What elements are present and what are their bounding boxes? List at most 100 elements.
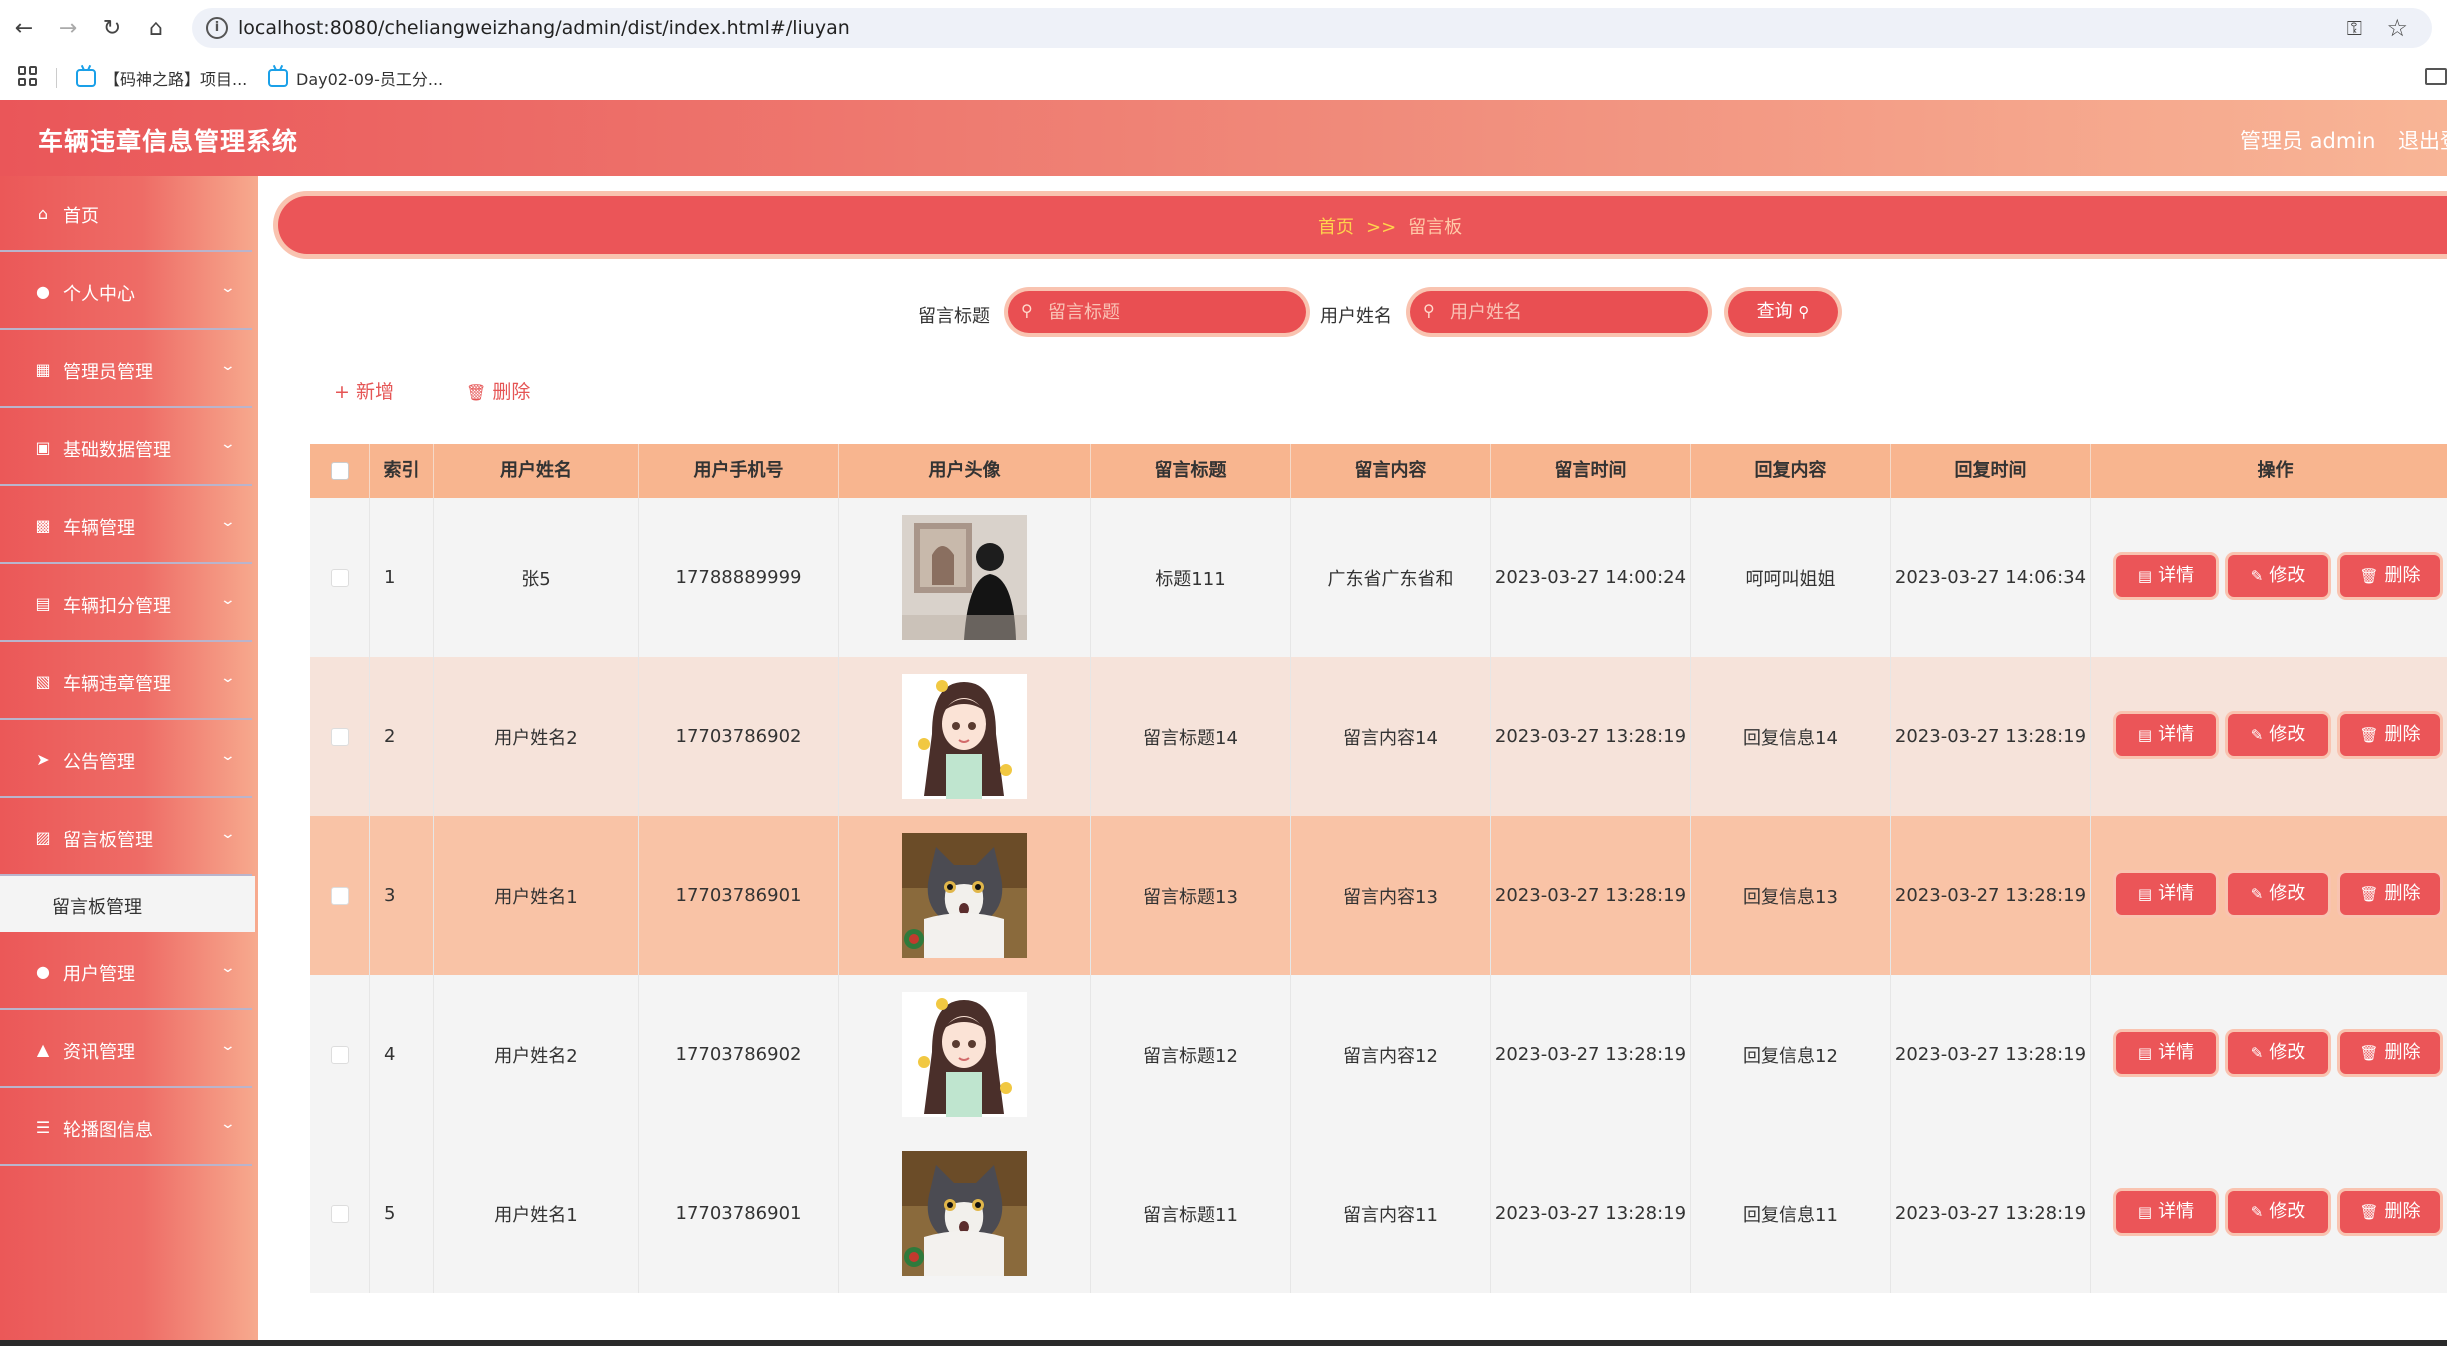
- cell-content: 留言内容13: [1291, 816, 1491, 975]
- avatar-cat: [902, 1151, 1027, 1276]
- cell-actions: ▤ 详情 ✎ 修改 🗑 删除: [2091, 816, 2447, 975]
- briefcase-icon: ▣: [35, 438, 51, 457]
- forward-icon[interactable]: →: [52, 12, 84, 44]
- delete-button[interactable]: 🗑 删除: [2340, 714, 2440, 756]
- sidebar-item-points[interactable]: ▤ 车辆扣分管理 ⌄: [0, 566, 252, 642]
- reload-icon[interactable]: ↻: [96, 12, 128, 44]
- sidebar-subitem-messages[interactable]: 留言板管理: [0, 876, 255, 932]
- bookmark-star-icon[interactable]: ☆: [2386, 14, 2408, 42]
- sidebar-item-label: 留言板管理: [63, 830, 153, 851]
- cell-reply: 回复信息12: [1691, 975, 1891, 1134]
- sidebar-item-users[interactable]: ● 用户管理 ⌄: [0, 934, 252, 1010]
- apps-icon[interactable]: [18, 66, 38, 86]
- edit-button[interactable]: ✎ 修改: [2228, 1191, 2328, 1233]
- title-search-input[interactable]: [1048, 299, 1288, 325]
- sidebar-item-violations[interactable]: ▧ 车辆违章管理 ⌄: [0, 644, 252, 720]
- row-checkbox[interactable]: [330, 568, 349, 587]
- cell-actions: ▤ 详情 ✎ 修改 🗑 删除: [2091, 975, 2447, 1134]
- edit-button[interactable]: ✎ 修改: [2228, 873, 2328, 915]
- sidebar-item-label: 资讯管理: [63, 1042, 135, 1063]
- cell-avatar: [839, 1134, 1091, 1293]
- sidebar-item-label: 车辆扣分管理: [63, 596, 171, 617]
- cell-reply: 呵呵叫姐姐: [1691, 498, 1891, 657]
- detail-button[interactable]: ▤ 详情: [2116, 873, 2216, 915]
- sidebar-item-notices[interactable]: ➤ 公告管理 ⌄: [0, 722, 252, 798]
- home-icon: ⌂: [37, 204, 49, 223]
- cell-time: 2023-03-27 13:28:19: [1491, 657, 1691, 816]
- batch-delete-button[interactable]: 🗑 删除: [466, 377, 530, 404]
- logout-link[interactable]: 退出登: [2398, 125, 2447, 155]
- sidebar-item-home[interactable]: ⌂ 首页: [0, 176, 252, 252]
- cell-content: 留言内容11: [1291, 1134, 1491, 1293]
- cell-name: 用户姓名2: [434, 975, 639, 1134]
- breadcrumb-current: 留言板: [1408, 217, 1463, 238]
- sidebar-item-label: 首页: [63, 206, 99, 227]
- delete-button-label: 删除: [2384, 883, 2421, 904]
- table-row: 3 用户姓名1 17703786901 留言标题13 留言内容13 2023-0…: [310, 816, 2447, 975]
- edit-button[interactable]: ✎ 修改: [2228, 714, 2328, 756]
- cell-avatar: [839, 816, 1091, 975]
- breadcrumb-home[interactable]: 首页: [1318, 217, 1354, 238]
- password-key-icon[interactable]: ⚿: [2347, 16, 2362, 40]
- delete-button-label: 删除: [2384, 1201, 2421, 1222]
- folder-icon[interactable]: [2425, 68, 2447, 85]
- edit-button[interactable]: ✎ 修改: [2228, 1032, 2328, 1074]
- trophy-icon: ▲: [36, 1040, 50, 1059]
- sidebar-item-base-data[interactable]: ▣ 基础数据管理 ⌄: [0, 410, 252, 486]
- title-search-box: ⚲: [1008, 291, 1306, 333]
- cell-phone: 17703786902: [639, 975, 839, 1134]
- delete-button[interactable]: 🗑 删除: [2340, 1191, 2440, 1233]
- delete-button[interactable]: 🗑 删除: [2340, 873, 2440, 915]
- cell-avatar: [839, 657, 1091, 816]
- grid-icon: ▦: [35, 360, 51, 379]
- row-checkbox[interactable]: [330, 727, 349, 746]
- row-select-cell: [310, 975, 370, 1134]
- table-row: 2 用户姓名2 17703786902 留言标题14 留言内容14 2023-0…: [310, 657, 2447, 816]
- cell-avatar: [839, 498, 1091, 657]
- query-button[interactable]: 查询 ⚲: [1728, 291, 1838, 333]
- bookmark-item[interactable]: Day02-09-员工分...: [268, 65, 443, 91]
- chevron-down-icon: ⌄: [219, 358, 237, 374]
- delete-button[interactable]: 🗑 删除: [2340, 1032, 2440, 1074]
- url-text[interactable]: localhost:8080/cheliangweizhang/admin/di…: [238, 17, 850, 39]
- site-info-icon[interactable]: i: [206, 17, 228, 39]
- search-icon: ⚲: [1798, 303, 1810, 321]
- address-bar[interactable]: i localhost:8080/cheliangweizhang/admin/…: [192, 8, 2432, 48]
- delete-button[interactable]: 🗑 删除: [2340, 555, 2440, 597]
- edit-button[interactable]: ✎ 修改: [2228, 555, 2328, 597]
- detail-button[interactable]: ▤ 详情: [2116, 1191, 2216, 1233]
- detail-button[interactable]: ▤ 详情: [2116, 555, 2216, 597]
- bookmark-item[interactable]: 【码神之路】项目...: [76, 65, 247, 91]
- sidebar-item-admins[interactable]: ▦ 管理员管理 ⌄: [0, 332, 252, 408]
- back-icon[interactable]: ←: [8, 12, 40, 44]
- chevron-down-icon: ⌄: [219, 826, 237, 842]
- detail-button[interactable]: ▤ 详情: [2116, 714, 2216, 756]
- column-header-actions: 操作: [2257, 460, 2294, 481]
- row-checkbox[interactable]: [330, 1045, 349, 1064]
- row-checkbox[interactable]: [330, 1204, 349, 1223]
- cell-time: 2023-03-27 14:00:24: [1491, 498, 1691, 657]
- sidebar-item-profile[interactable]: ● 个人中心 ⌄: [0, 254, 252, 330]
- bookmark-label: 【码神之路】项目...: [104, 70, 248, 89]
- trash-icon: 🗑: [2359, 1203, 2379, 1221]
- picture-icon: ▨: [35, 828, 51, 847]
- sidebar-item-news[interactable]: ▲ 资讯管理 ⌄: [0, 1012, 252, 1088]
- sidebar-item-carousel[interactable]: ☰ 轮播图信息 ⌄: [0, 1090, 252, 1166]
- browser-toolbar: ← → ↻ ⌂ i localhost:8080/cheliangweizhan…: [0, 0, 2447, 56]
- sidebar-item-label: 用户管理: [63, 964, 135, 985]
- sidebar-item-vehicles[interactable]: ▩ 车辆管理 ⌄: [0, 488, 252, 564]
- chat-icon: ▤: [35, 594, 51, 613]
- name-search-input[interactable]: [1450, 299, 1690, 325]
- breadcrumb-separator: >>: [1366, 217, 1397, 238]
- chevron-down-icon: ⌄: [219, 514, 237, 530]
- detail-button[interactable]: ▤ 详情: [2116, 1032, 2216, 1074]
- column-header-name: 用户姓名: [434, 444, 639, 498]
- add-button[interactable]: + 新增: [334, 377, 394, 404]
- home-browser-icon[interactable]: ⌂: [140, 12, 172, 44]
- row-checkbox[interactable]: [330, 886, 349, 905]
- select-all-checkbox[interactable]: [330, 462, 349, 480]
- chevron-down-icon: ⌄: [219, 960, 237, 976]
- pencil-icon: ✎: [2250, 885, 2264, 903]
- sidebar-item-messages[interactable]: ▨ 留言板管理 ⌄: [0, 800, 252, 876]
- trash-icon: 🗑: [2359, 567, 2379, 585]
